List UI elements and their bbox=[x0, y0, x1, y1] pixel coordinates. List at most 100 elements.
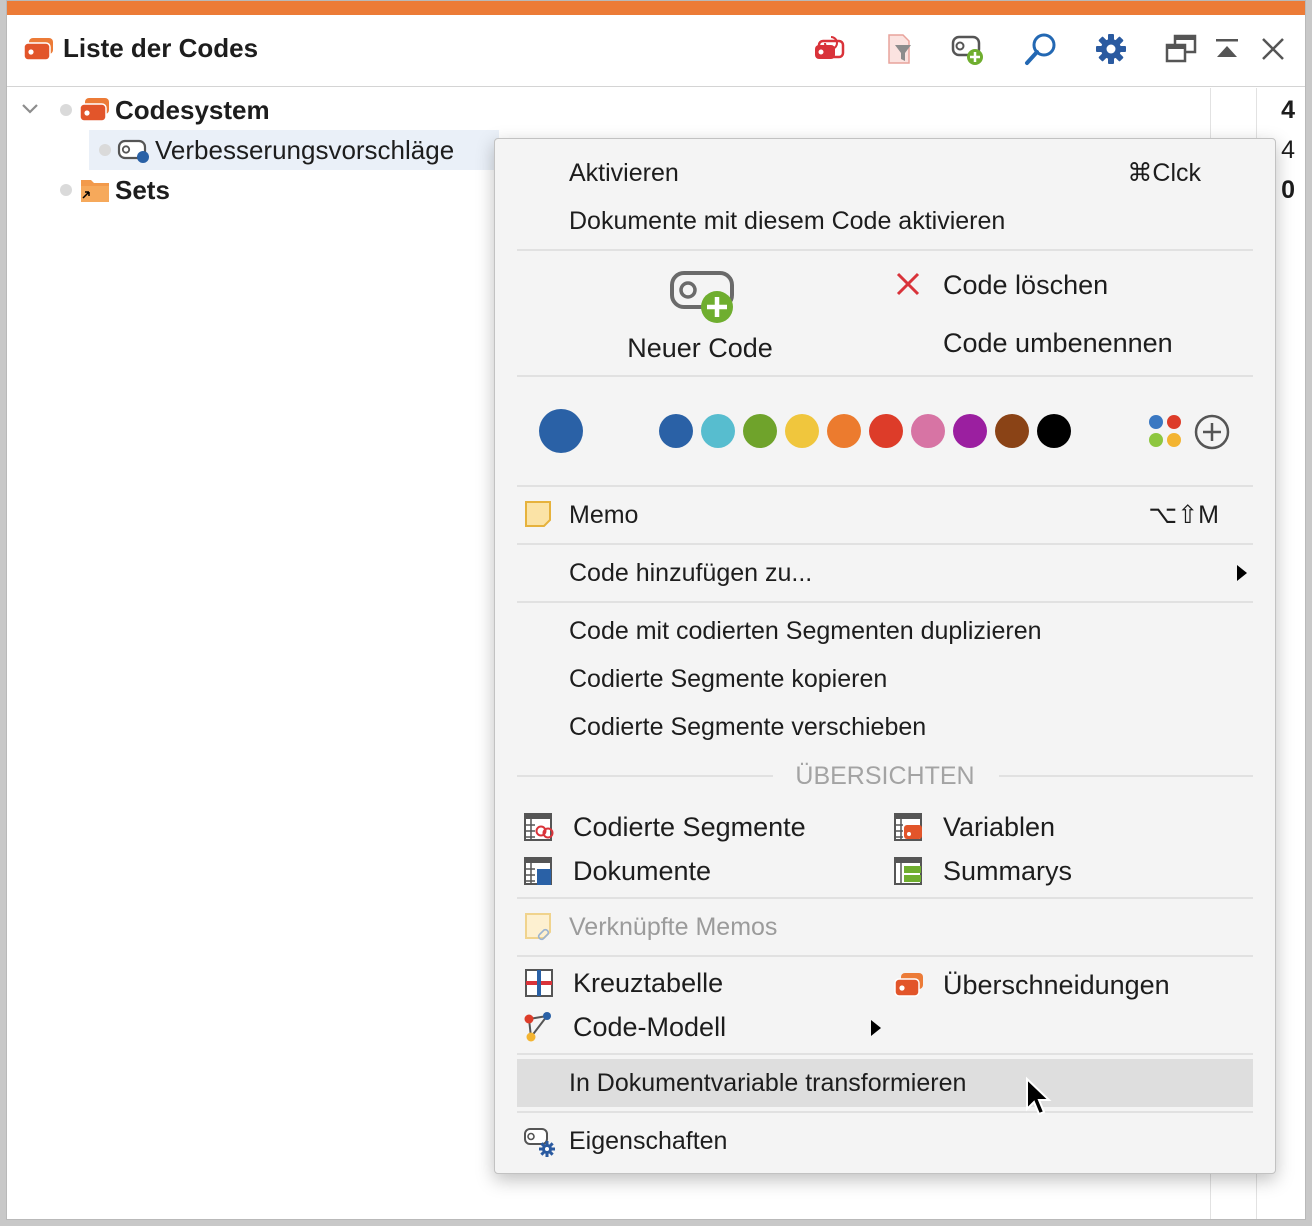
segment-count: 0 bbox=[1281, 176, 1295, 204]
tree-label: Codesystem bbox=[115, 95, 270, 125]
menu-item-crosstab[interactable]: Kreuztabelle bbox=[523, 961, 863, 1005]
menu-item-label: Code mit codierten Segmenten duplizieren bbox=[569, 617, 1042, 645]
menu-item-label: Memo bbox=[569, 501, 639, 529]
tree-label: Sets bbox=[115, 175, 170, 205]
menu-item-label: Kreuztabelle bbox=[573, 968, 724, 998]
color-swatch[interactable] bbox=[827, 414, 861, 448]
menu-item-overview-documents[interactable]: Dokumente bbox=[523, 849, 863, 893]
coded-segments-table-icon bbox=[524, 813, 554, 841]
activation-dot[interactable] bbox=[60, 104, 72, 116]
settings-icon bbox=[1096, 34, 1126, 64]
color-swatch[interactable] bbox=[995, 414, 1029, 448]
menu-item-label: Summarys bbox=[943, 856, 1073, 886]
menu-item-label: Dokumente mit diesem Code aktivieren bbox=[569, 207, 1006, 235]
section-title: ÜBERSICHTEN bbox=[795, 762, 975, 790]
menu-separator bbox=[517, 601, 1253, 603]
collapse-button[interactable] bbox=[1205, 27, 1249, 71]
color-swatch[interactable] bbox=[659, 414, 693, 448]
reset-activation-icon bbox=[815, 36, 845, 59]
code-icon bbox=[117, 139, 149, 163]
menu-item-activate-documents[interactable]: Dokumente mit diesem Code aktivieren bbox=[517, 197, 1253, 245]
code-properties-icon bbox=[524, 1128, 555, 1157]
menu-item-label: In Dokumentvariable transformieren bbox=[569, 1069, 967, 1097]
undock-button[interactable] bbox=[1159, 27, 1203, 71]
menu-item-copy-segments[interactable]: Codierte Segmente kopieren bbox=[517, 655, 1253, 703]
code-system-icon bbox=[79, 98, 109, 122]
menu-item-activate[interactable]: Aktivieren ⌘Clck bbox=[517, 149, 1253, 197]
intersections-icon bbox=[894, 973, 923, 997]
variables-table-icon bbox=[894, 813, 922, 841]
menu-item-label: Überschneidungen bbox=[943, 970, 1170, 1000]
panel-accent-bar bbox=[7, 1, 1305, 15]
color-swatch[interactable] bbox=[953, 414, 987, 448]
add-color-icon[interactable] bbox=[1193, 413, 1231, 451]
color-swatch[interactable] bbox=[743, 414, 777, 448]
submenu-arrow-icon bbox=[871, 1020, 881, 1036]
mouse-pointer-icon bbox=[1026, 1076, 1052, 1116]
settings-button[interactable] bbox=[1089, 27, 1133, 71]
crosstab-icon bbox=[525, 969, 553, 997]
menu-item-add-code-to[interactable]: Code hinzufügen zu... bbox=[517, 549, 1253, 597]
shortcut-label: ⌘Clck bbox=[1127, 159, 1201, 187]
activation-dot[interactable] bbox=[99, 144, 111, 156]
linked-memo-icon bbox=[525, 913, 551, 941]
menu-item-overview-variables[interactable]: Variablen bbox=[893, 805, 1233, 849]
activation-dot[interactable] bbox=[60, 184, 72, 196]
menu-item-overview-summaries[interactable]: Summarys bbox=[893, 849, 1233, 893]
menu-item-label: Codierte Segmente kopieren bbox=[569, 665, 888, 693]
menu-item-label: Codierte Segmente bbox=[573, 812, 806, 842]
menu-item-label: Verknüpfte Memos bbox=[569, 913, 778, 941]
menu-item-move-segments[interactable]: Codierte Segmente verschieben bbox=[517, 703, 1253, 751]
color-grid-icon[interactable] bbox=[1147, 413, 1185, 451]
color-swatch[interactable] bbox=[1037, 414, 1071, 448]
menu-item-label: Code umbenennen bbox=[943, 328, 1173, 358]
menu-item-intersections[interactable]: Überschneidungen bbox=[893, 963, 1233, 1007]
panel-header: Liste der Codes bbox=[7, 15, 1305, 87]
summaries-table-icon bbox=[894, 857, 922, 885]
chevron-down-icon[interactable] bbox=[21, 102, 39, 116]
menu-item-transform-to-document-variable[interactable]: In Dokumentvariable transformieren bbox=[517, 1059, 1253, 1107]
menu-item-label: Dokumente bbox=[573, 856, 712, 886]
tree-label: Verbesserungsvorschläge bbox=[155, 135, 455, 165]
color-swatch[interactable] bbox=[911, 414, 945, 448]
search-icon bbox=[1025, 33, 1056, 65]
menu-item-label: Code-Modell bbox=[573, 1012, 727, 1042]
menu-separator bbox=[517, 1053, 1253, 1055]
shortcut-label: ⌥⇧M bbox=[1148, 501, 1219, 529]
filter-button[interactable] bbox=[877, 27, 921, 71]
segment-count: 4 bbox=[1281, 96, 1295, 124]
menu-separator bbox=[517, 1111, 1253, 1113]
tree-row-verbesserungsvorschlaege[interactable]: Verbesserungsvorschläge bbox=[89, 130, 499, 170]
search-button[interactable] bbox=[1019, 27, 1063, 71]
reset-activation-button[interactable] bbox=[807, 27, 851, 71]
filter-icon bbox=[888, 34, 911, 64]
menu-separator bbox=[517, 375, 1253, 377]
color-swatch[interactable] bbox=[701, 414, 735, 448]
tree-row-codesystem[interactable]: Codesystem 4 bbox=[7, 90, 1305, 130]
new-code-button[interactable]: Neuer Code bbox=[605, 263, 795, 373]
color-swatch[interactable] bbox=[785, 414, 819, 448]
code-model-icon bbox=[524, 1012, 551, 1042]
segment-count: 4 bbox=[1281, 136, 1295, 164]
color-swatch[interactable] bbox=[869, 414, 903, 448]
menu-separator bbox=[517, 543, 1253, 545]
menu-item-properties[interactable]: Eigenschaften bbox=[517, 1117, 1253, 1165]
menu-item-overview-coded-segments[interactable]: Codierte Segmente bbox=[523, 805, 863, 849]
menu-item-duplicate-code[interactable]: Code mit codierten Segmenten duplizieren bbox=[517, 607, 1253, 655]
menu-item-delete-code[interactable]: Code löschen bbox=[893, 263, 1233, 307]
context-menu: Aktivieren ⌘Clck Dokumente mit diesem Co… bbox=[494, 138, 1276, 1174]
documents-table-icon bbox=[524, 857, 552, 885]
menu-item-linked-memos: Verknüpfte Memos bbox=[517, 903, 1253, 951]
memo-icon bbox=[525, 501, 551, 527]
menu-item-label: Aktivieren bbox=[569, 159, 679, 187]
overviews-section-header: ÜBERSICHTEN bbox=[517, 761, 1253, 801]
new-code-toolbar-button[interactable] bbox=[945, 27, 989, 71]
menu-item-code-model[interactable]: Code-Modell bbox=[523, 1005, 881, 1049]
menu-item-label: Eigenschaften bbox=[569, 1127, 728, 1155]
close-icon bbox=[1262, 38, 1284, 60]
menu-item-rename-code[interactable]: Code umbenennen bbox=[893, 321, 1233, 365]
new-code-label: Neuer Code bbox=[627, 333, 773, 363]
menu-item-memo[interactable]: Memo ⌥⇧M bbox=[517, 491, 1253, 539]
close-button[interactable] bbox=[1251, 27, 1295, 71]
panel-title: Liste der Codes bbox=[63, 33, 259, 63]
